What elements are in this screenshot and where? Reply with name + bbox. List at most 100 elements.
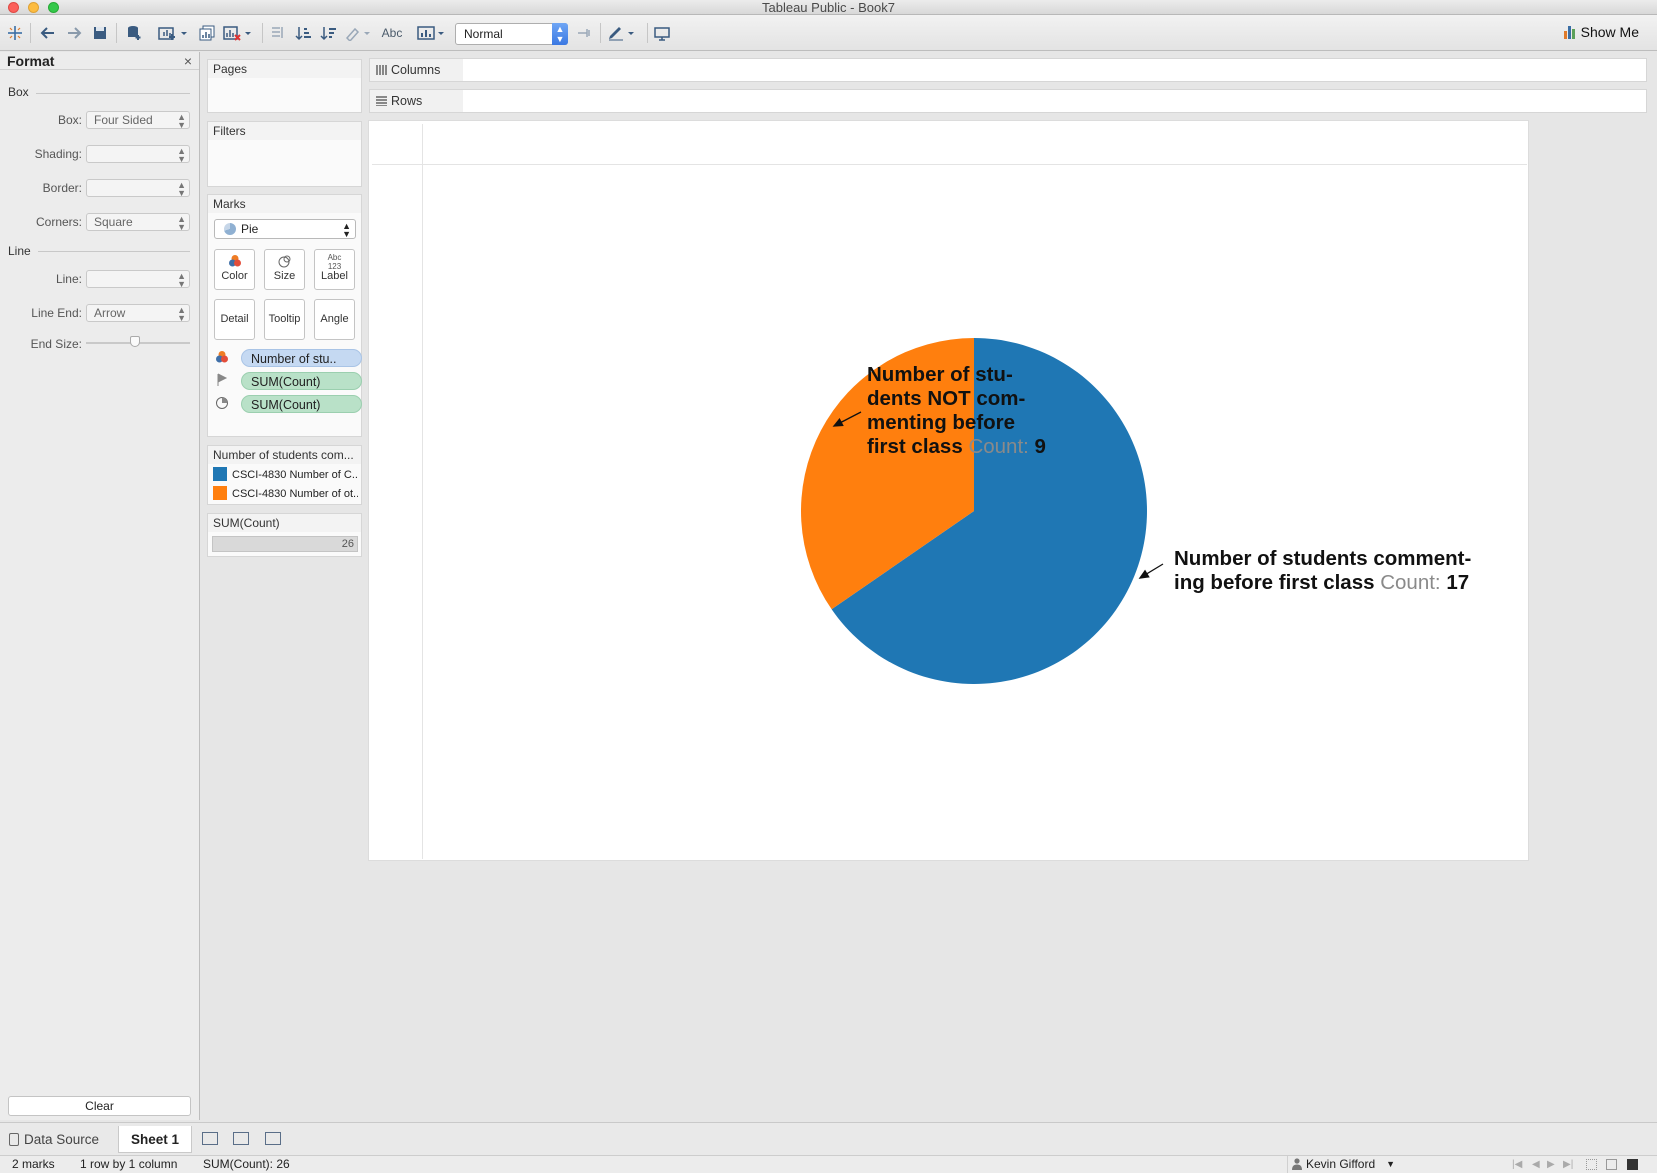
size-legend-title[interactable]: SUM(Count) [208,514,361,532]
new-story-icon[interactable] [265,1132,281,1145]
shading-select[interactable]: ▲ ▼ [86,145,190,164]
size-legend-bar: 26 [212,536,358,552]
chevron-updown-icon: ▲ ▼ [177,180,186,198]
rows-shelf[interactable]: Rows [369,89,1647,113]
redo-icon[interactable] [64,23,84,43]
save-icon[interactable] [90,23,110,43]
box-section-label: Box [8,85,29,99]
duplicate-sheet-icon[interactable] [197,23,217,43]
columns-shelf-label: Columns [370,59,463,81]
border-select[interactable]: ▲ ▼ [86,179,190,198]
highlight-icon[interactable] [343,23,373,43]
line-section-label: Line [8,244,31,258]
new-data-source-icon[interactable] [124,23,144,43]
annotation-not-commenting[interactable]: Number of stu- dents NOT com- menting be… [867,363,1046,459]
legend-swatch [213,467,227,482]
chevron-updown-icon: ▲ ▼ [177,271,186,289]
format-pane-header: Format × [0,52,199,70]
clear-button[interactable]: Clear [8,1096,191,1116]
chevron-updown-icon: ▲ ▼ [342,221,351,239]
toolbar: Abc Normal ▲ ▼ Show Me [0,15,1657,51]
sheet-tab-bar: Data Source Sheet 1 [0,1122,1657,1155]
view-cards-icon[interactable] [416,23,448,43]
fit-select[interactable]: Normal ▲ ▼ [455,23,568,45]
end-size-slider-thumb[interactable] [130,336,140,347]
chevron-updown-icon: ▲ ▼ [177,214,186,232]
corners-select[interactable]: Square ▲ ▼ [86,213,190,232]
end-size-label: End Size: [30,337,82,351]
marks-card-title: Marks [208,195,361,213]
bar-chart-icon [1563,25,1575,39]
size-button[interactable]: Size [264,249,305,290]
mark-type-select[interactable]: Pie ▲ ▼ [214,219,356,239]
window-minimize-button[interactable] [28,2,39,13]
prev-sheet-icon[interactable]: ◀ [1532,1156,1540,1173]
color-icon [214,350,230,366]
detail-button[interactable]: Detail [214,299,255,340]
new-dashboard-icon[interactable] [233,1132,249,1145]
show-mark-labels-icon[interactable]: Abc [380,23,404,43]
color-field-pill[interactable]: Number of stu.. [241,349,362,367]
line-end-label: Line End: [31,306,82,320]
presentation-mode-icon[interactable] [652,23,672,43]
label-button[interactable]: Abc 123 Label [314,249,355,290]
label-icon: Abc 123 [327,253,342,271]
angle-icon [214,396,230,412]
fix-axes-icon[interactable] [574,23,594,43]
line-select[interactable]: ▲ ▼ [86,270,190,289]
chevron-updown-icon: ▲ ▼ [177,112,186,130]
window-maximize-button[interactable] [48,2,59,13]
view-canvas[interactable]: Number of stu- dents NOT com- menting be… [368,120,1529,861]
new-worksheet-icon[interactable] [156,23,190,43]
pie-icon [224,223,236,235]
user-menu[interactable]: Kevin Gifford ▼ [1287,1156,1399,1173]
next-sheet-icon[interactable]: ▶ [1547,1156,1555,1173]
first-sheet-icon[interactable]: |◀ [1512,1156,1522,1173]
angle-button[interactable]: Angle [314,299,355,340]
box-select[interactable]: Four Sided ▲ ▼ [86,111,190,130]
tooltip-button[interactable]: Tooltip [264,299,305,340]
sheet-tab[interactable]: Sheet 1 [118,1126,192,1153]
status-marks: 2 marks [12,1157,55,1171]
last-sheet-icon[interactable]: ▶| [1563,1156,1573,1173]
show-me-button[interactable]: Show Me [1563,24,1639,40]
sort-descending-icon[interactable] [318,23,338,43]
line-end-select[interactable]: Arrow ▲ ▼ [86,304,190,323]
clear-sheet-icon[interactable] [222,23,254,43]
new-worksheet-icon[interactable] [202,1132,218,1145]
line-label: Line: [55,272,82,286]
database-icon [9,1133,19,1146]
chevron-updown-icon: ▲ ▼ [552,23,568,45]
angle-field-pill[interactable]: SUM(Count) [241,395,362,413]
format-pane: Format × Box Box: Four Sided ▲ ▼ Shading: … [0,52,200,1120]
legend-item[interactable]: CSCI-4830 Number of ot... [213,486,358,502]
label-field-pill[interactable]: SUM(Count) [241,372,362,390]
rows-icon [376,96,387,106]
sheet-sorter-icon[interactable] [1586,1159,1597,1170]
swap-rows-columns-icon[interactable] [268,23,288,43]
chevron-updown-icon: ▲ ▼ [177,305,186,323]
columns-icon [376,65,387,75]
sort-ascending-icon[interactable] [293,23,313,43]
legend-item[interactable]: CSCI-4830 Number of C... [213,467,358,483]
legend-swatch [213,486,227,501]
columns-shelf[interactable]: Columns [369,58,1647,82]
color-legend-title[interactable]: Number of students com... [208,446,361,464]
filmstrip-icon[interactable] [1606,1159,1617,1170]
format-workbook-icon[interactable] [607,23,637,43]
filters-shelf[interactable]: Filters [207,121,362,187]
annotation-commenting[interactable]: Number of students comment- ing before f… [1174,547,1471,595]
size-legend: SUM(Count) 26 [207,513,362,557]
tableau-logo-icon[interactable] [5,23,25,43]
chevron-updown-icon: ▲ ▼ [177,146,186,164]
pages-shelf[interactable]: Pages [207,59,362,113]
pie-chart[interactable] [369,121,1530,862]
window-close-button[interactable] [8,2,19,13]
close-icon[interactable]: × [184,52,192,70]
color-button[interactable]: Color [214,249,255,290]
data-source-tab[interactable]: Data Source [7,1126,99,1153]
undo-icon[interactable] [38,23,58,43]
tabs-view-icon[interactable] [1627,1159,1638,1170]
user-icon [1292,1158,1302,1170]
status-sum: SUM(Count): 26 [203,1157,290,1171]
